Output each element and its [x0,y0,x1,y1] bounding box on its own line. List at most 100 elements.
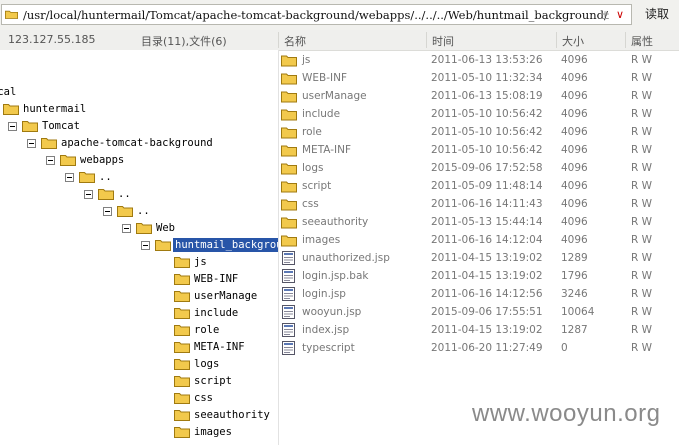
tree-node[interactable]: css [0,390,278,407]
tree-node[interactable]: Web [0,220,278,237]
tree-node[interactable]: .. [0,203,278,220]
tree-node[interactable]: include [0,305,278,322]
tree-node[interactable]: .. [0,169,278,186]
tree-node-label[interactable]: apache-tomcat-background [59,136,215,150]
tree-node[interactable]: Tomcat [0,118,278,135]
tree-node[interactable]: .. [0,186,278,203]
file-list-row[interactable]: wooyun.jsp 2015-09-06 17:55:51 10064 R W [281,304,679,322]
column-header-size[interactable]: 大小 [562,33,584,49]
file-list-row[interactable]: images 2011-06-16 14:12:04 4096 R W [281,232,679,250]
server-ip: 123.127.55.185 [8,33,96,46]
file-size: 4096 [561,180,588,192]
tree-node-label[interactable]: ocal [0,85,18,99]
folder-icon [41,138,57,149]
tree-node-label[interactable]: META-INF [192,340,247,354]
file-list-row[interactable]: WEB-INF 2011-05-10 11:32:34 4096 R W [281,70,679,88]
tree-node-label[interactable]: role [192,323,221,337]
read-button[interactable]: 读取 [636,4,678,25]
tree-node-label[interactable]: .. [97,170,114,184]
folder-icon [281,127,297,139]
collapse-toggle-icon[interactable] [103,207,112,216]
file-icon [282,323,295,337]
tree-node-label[interactable]: .. [116,187,133,201]
file-name: script [302,180,332,192]
tree-node[interactable]: userManage [0,288,278,305]
file-list-row[interactable]: index.jsp 2011-04-15 13:19:02 1287 R W [281,322,679,340]
tree-node-label[interactable]: include [192,306,240,320]
tree-node-label[interactable]: Web [154,221,177,235]
file-time: 2011-06-13 13:53:26 [431,54,543,66]
column-header-attr[interactable]: 属性 [631,33,653,49]
file-list-row[interactable]: include 2011-05-10 10:56:42 4096 R W [281,106,679,124]
tree-node[interactable]: META-INF [0,339,278,356]
file-list-row[interactable]: logs 2015-09-06 17:52:58 4096 R W [281,160,679,178]
chevron-down-icon[interactable]: ∨ [616,8,624,21]
expand-collapse-icon[interactable]: ± [600,8,610,22]
collapse-toggle-icon[interactable] [46,156,55,165]
tree-node-label[interactable]: script [192,374,234,388]
folder-icon [281,217,297,229]
tree-node-label[interactable]: huntermail [21,102,88,116]
file-list-row[interactable]: js 2011-06-13 13:53:26 4096 R W [281,52,679,70]
file-time: 2011-05-10 11:32:34 [431,72,543,84]
file-list-row[interactable]: seeauthority 2011-05-13 15:44:14 4096 R W [281,214,679,232]
tree-node-label[interactable]: webapps [78,153,126,167]
tree-node[interactable]: WEB-INF [0,271,278,288]
collapse-toggle-icon[interactable] [122,224,131,233]
folder-icon [281,109,297,121]
file-list-row[interactable]: META-INF 2011-05-10 10:56:42 4096 R W [281,142,679,160]
tree-node[interactable]: role [0,322,278,339]
collapse-toggle-icon[interactable] [141,241,150,250]
tree-node-label[interactable]: logs [192,357,221,371]
file-size: 1796 [561,270,588,282]
file-name: include [302,108,341,120]
file-list-row[interactable]: typescript 2011-06-20 11:27:49 0 R W [281,340,679,358]
file-name: wooyun.jsp [302,306,362,318]
path-input[interactable]: /usr/local/huntermail/Tomcat/apache-tomc… [1,4,632,25]
collapse-toggle-icon[interactable] [84,190,93,199]
tree-node-label[interactable]: js [192,255,209,269]
folder-icon [174,342,190,353]
tree-node[interactable]: images [0,424,278,441]
tree-node-label[interactable]: WEB-INF [192,272,240,286]
file-size: 4096 [561,126,588,138]
tree-node[interactable]: apache-tomcat-background [0,135,278,152]
directory-tree[interactable]: ocalhuntermail Tomcat apache-tomcat-backgr… [0,50,278,445]
collapse-toggle-icon[interactable] [8,122,17,131]
file-list-row[interactable]: unauthorized.jsp 2011-04-15 13:19:02 1289 R… [281,250,679,268]
file-list-row[interactable]: login.jsp 2011-06-16 14:12:56 3246 R W [281,286,679,304]
tree-node[interactable]: huntermail [0,101,278,118]
tree-node-label[interactable]: userManage [192,289,259,303]
collapse-toggle-icon[interactable] [27,139,36,148]
tree-node[interactable]: huntmail_background [0,237,278,254]
tree-node[interactable]: ocal [0,84,278,101]
tree-node-label[interactable]: Tomcat [40,119,82,133]
tree-node[interactable]: seeauthority [0,407,278,424]
file-list-row[interactable]: css 2011-06-16 14:11:43 4096 R W [281,196,679,214]
file-attr: R W [631,324,653,336]
pane-divider[interactable] [278,50,279,445]
file-list-row[interactable]: script 2011-05-09 11:48:14 4096 R W [281,178,679,196]
file-name: META-INF [302,144,352,156]
tree-node-label[interactable]: images [192,425,234,439]
column-header-time[interactable]: 时间 [432,33,454,49]
file-size: 1289 [561,252,588,264]
file-name: login.jsp.bak [302,270,369,282]
folder-icon [155,240,171,251]
file-size: 4096 [561,72,588,84]
tree-node-label[interactable]: .. [135,204,152,218]
folder-icon [281,163,297,175]
tree-node-label[interactable]: huntmail_background [173,238,278,252]
file-name: seeauthority [302,216,369,228]
tree-node[interactable]: script [0,373,278,390]
tree-node[interactable]: logs [0,356,278,373]
collapse-toggle-icon[interactable] [65,173,74,182]
file-list-row[interactable]: login.jsp.bak 2011-04-15 13:19:02 1796 R W [281,268,679,286]
tree-node[interactable]: webapps [0,152,278,169]
tree-node-label[interactable]: seeauthority [192,408,272,422]
tree-node-label[interactable]: css [192,391,215,405]
file-list-row[interactable]: userManage 2011-06-13 15:08:19 4096 R W [281,88,679,106]
column-header-name[interactable]: 名称 [284,33,306,49]
tree-node[interactable]: js [0,254,278,271]
file-list-row[interactable]: role 2011-05-10 10:56:42 4096 R W [281,124,679,142]
